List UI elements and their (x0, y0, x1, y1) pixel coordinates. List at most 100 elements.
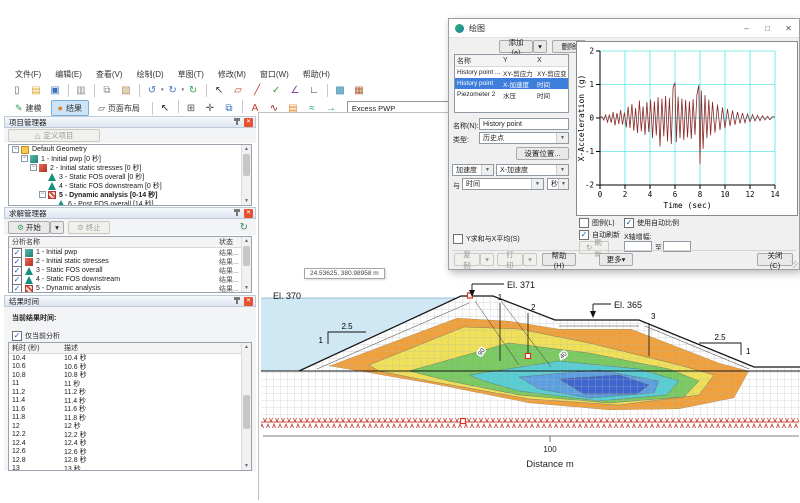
tree-scrollbar[interactable]: ▲ ▼ (241, 145, 251, 205)
paste-icon[interactable]: ▧ (117, 82, 135, 99)
more-button[interactable]: 更多 ▾ (599, 253, 633, 266)
menu-V[interactable]: 查看(V) (89, 68, 130, 81)
col-description[interactable]: 描述 (64, 343, 251, 353)
tree-expander-icon[interactable]: − (39, 191, 46, 198)
checkbox-icon[interactable]: ✓ (12, 284, 22, 294)
pin-icon[interactable] (236, 119, 238, 125)
only-current-checkbox[interactable]: ✓ 仅当前分析 (12, 331, 60, 341)
tree-expander-icon[interactable]: − (12, 146, 19, 153)
refresh-icon[interactable]: ↻ (240, 222, 248, 233)
y-category-select[interactable]: 加速度▼ (452, 164, 494, 176)
menu-T[interactable]: 草图(T) (171, 68, 211, 81)
time-row[interactable]: 12.212.2 秒 (9, 431, 251, 440)
start-options-caret[interactable]: ▾ (50, 221, 64, 234)
start-solve-button[interactable]: ⚙ 开始 (8, 221, 50, 234)
times-scrollbar[interactable]: ▲ ▼ (241, 343, 251, 470)
add-graph-button[interactable]: 添加(a) (499, 40, 533, 53)
tree-item[interactable]: 6 - Post FOS overall [14 秒] (9, 199, 251, 206)
verify-icon[interactable]: ✓ (267, 82, 285, 99)
print-caret[interactable]: ▾ (523, 253, 537, 266)
copy-caret[interactable]: ▾ (480, 253, 494, 266)
pan-icon[interactable]: ✛ (201, 100, 219, 117)
analysis-scrollbar[interactable]: ▲ ▼ (241, 237, 251, 292)
pin-icon[interactable] (236, 210, 238, 216)
time-row[interactable]: 12.412.4 秒 (9, 439, 251, 448)
redo-icon[interactable]: ↻ (164, 82, 182, 99)
type-select[interactable]: 历史点▼ (479, 132, 569, 144)
time-row[interactable]: 10.610.6 秒 (9, 363, 251, 372)
select-tool-icon[interactable]: ↖ (210, 82, 228, 99)
menu-F[interactable]: 文件(F) (8, 68, 48, 81)
analysis-row[interactable]: ✓2 - Initial static stresses结果... (9, 257, 251, 266)
print-button[interactable]: 打印 (497, 253, 523, 266)
new-file-icon[interactable]: ▯ (8, 82, 26, 99)
col-elapsed[interactable]: 耗时 (秒) (9, 343, 64, 353)
mode-页面布局[interactable]: ▱页面布局 (91, 100, 147, 116)
analysis-row[interactable]: ✓3 - Static FOS overall结果... (9, 266, 251, 275)
close-icon[interactable]: ✕ (244, 118, 253, 127)
open-file-icon[interactable]: ▤ (27, 82, 45, 99)
time-row[interactable]: 1313 秒 (9, 465, 251, 472)
menu-W[interactable]: 窗口(W) (253, 68, 296, 81)
analysis-row[interactable]: ✓4 - Static FOS downstream结果... (9, 275, 251, 284)
undo-icon[interactable]: ↺ (143, 82, 161, 99)
add-graph-caret[interactable]: ▾ (533, 40, 547, 53)
autoscale-checkbox[interactable]: ✓ 使用自动比例 (624, 218, 679, 228)
menu-E[interactable]: 编辑(E) (48, 68, 89, 81)
time-row[interactable]: 1212 秒 (9, 422, 251, 431)
col-y[interactable]: Y (501, 57, 535, 64)
draw-regions-icon[interactable]: ▱ (229, 82, 247, 99)
minimize-icon[interactable]: – (736, 24, 757, 33)
refresh-icon[interactable]: ↻ (184, 82, 202, 99)
mode-结果[interactable]: ●结果 (51, 100, 89, 116)
time-row[interactable]: 11.811.8 秒 (9, 414, 251, 423)
legend-checkbox[interactable]: 图例(L) (579, 218, 615, 228)
insert-table-icon[interactable]: ▦ (350, 82, 368, 99)
close-icon[interactable]: ✕ (244, 297, 253, 306)
close-icon[interactable]: ✕ (244, 209, 253, 218)
copy-button[interactable]: 复制 (454, 253, 480, 266)
col-x[interactable]: X (535, 57, 566, 64)
define-project-button[interactable]: △ 定义项目 (8, 129, 100, 142)
time-row[interactable]: 1111 秒 (9, 380, 251, 389)
x-unit-select[interactable]: 秒▼ (547, 178, 569, 190)
print-icon[interactable]: ▥ (72, 82, 90, 99)
analysis-row[interactable]: ✓1 - Initial pwp结果... (9, 248, 251, 257)
time-row[interactable]: 11.411.4 秒 (9, 397, 251, 406)
resize-grip[interactable] (791, 261, 798, 268)
close-icon[interactable]: ✕ (778, 24, 799, 33)
time-row[interactable]: 11.611.6 秒 (9, 405, 251, 414)
menu-D[interactable]: 绘制(D) (130, 68, 171, 81)
graph-row[interactable]: Piezometer 2水压时间 (455, 89, 568, 100)
set-axes-icon[interactable]: ∟ (305, 82, 323, 99)
mode-建模[interactable]: ✎建模 (8, 100, 49, 116)
time-row[interactable]: 12.812.8 秒 (9, 456, 251, 465)
maximize-icon[interactable]: □ (757, 24, 778, 33)
sum-average-checkbox[interactable]: Y求和与X平均(S) (453, 234, 520, 244)
copy-icon[interactable]: ⧉ (98, 82, 116, 99)
dialog-titlebar[interactable]: 绘图 – □ ✕ (449, 19, 799, 38)
set-location-button[interactable]: 设置位置... (516, 147, 569, 160)
time-row[interactable]: 12.612.6 秒 (9, 448, 251, 457)
add-image-icon[interactable]: ▩ (331, 82, 349, 99)
col-name[interactable]: 名称 (455, 56, 501, 66)
x-item-select[interactable]: 时间▼ (462, 178, 544, 190)
col-analysis-name[interactable]: 分析名称 (9, 237, 219, 247)
cursor-icon[interactable]: ↖ (156, 100, 174, 117)
analysis-row[interactable]: ✓5 - Dynamic analysis结果... (9, 284, 251, 293)
graph-row[interactable]: History point ...XY-剪应力XY-剪应变 (455, 67, 568, 78)
time-row[interactable]: 10.810.8 秒 (9, 371, 251, 380)
zoom-window-icon[interactable]: ⊞ (182, 100, 200, 117)
menu-M[interactable]: 修改(M) (211, 68, 253, 81)
measure-icon[interactable]: ∠ (286, 82, 304, 99)
time-row[interactable]: 11.211.2 秒 (9, 388, 251, 397)
menu-H[interactable]: 帮助(H) (296, 68, 337, 81)
draw-lines-icon[interactable]: ╱ (248, 82, 266, 99)
graph-row[interactable]: History pointX-加速度时间 (455, 78, 568, 89)
name-input[interactable]: History point (479, 118, 569, 130)
pin-icon[interactable] (236, 298, 238, 304)
stop-solve-button[interactable]: ⚙ 终止 (68, 221, 110, 234)
copy-image-icon[interactable]: ⧉ (220, 100, 238, 117)
close-button[interactable]: 关闭(C) (757, 253, 793, 266)
y-item-select[interactable]: X-加速度▼ (496, 164, 569, 176)
